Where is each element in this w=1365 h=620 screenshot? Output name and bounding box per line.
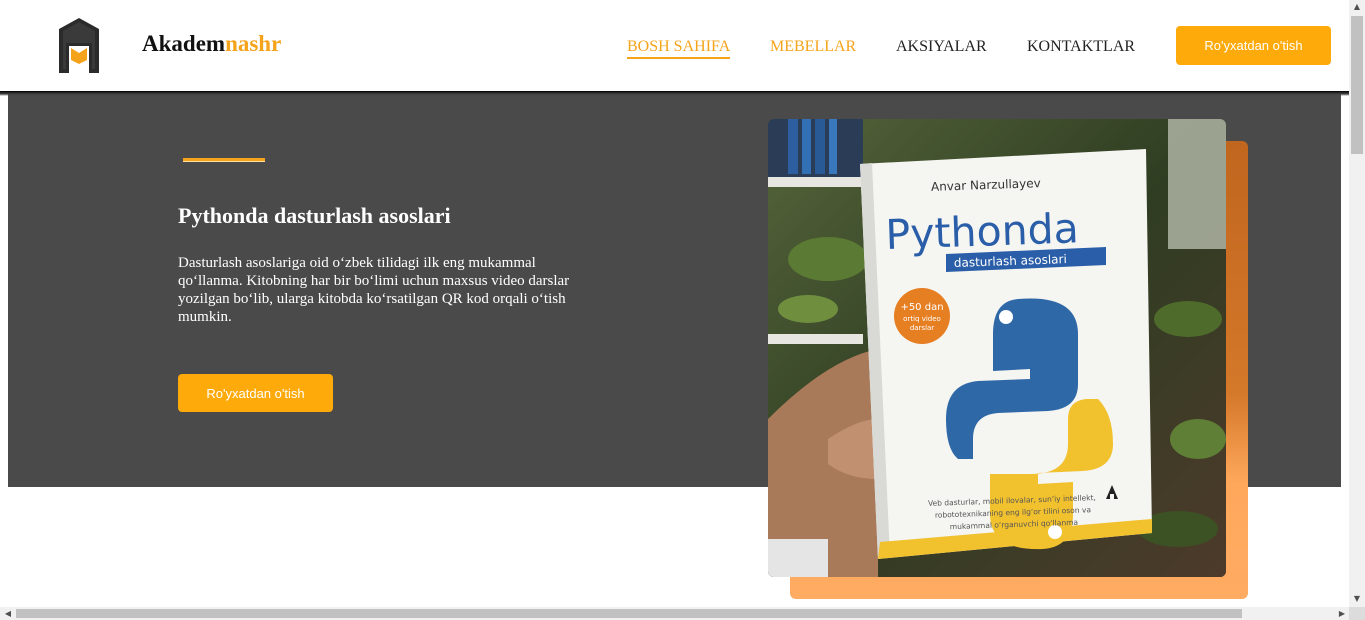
hero-register-button[interactable]: Ro'yxatdan o'tish [178,374,333,412]
nav-item-aksiyalar[interactable]: AKSIYALAR [896,38,987,56]
horizontal-scrollbar[interactable]: ◀ ▶ [0,607,1349,620]
book-photo-illustration: Anvar Narzullayev Pythonda dasturlash as… [768,119,1226,577]
scroll-up-icon[interactable]: ▲ [1349,0,1365,14]
nav-item-bosh-sahifa[interactable]: BOSH SAHIFA [627,38,731,59]
book-logo-icon[interactable] [59,18,99,73]
nav-item-mebellar[interactable]: MEBELLAR [770,38,856,56]
vertical-scroll-thumb[interactable] [1351,16,1363,154]
site-header: Akademnashr BOSH SAHIFA MEBELLAR AKSIYAL… [0,0,1349,91]
book-badge-line2: ortiq video [903,315,941,323]
hero-title: Pythonda dasturlash asoslari [178,203,451,228]
scroll-right-icon[interactable]: ▶ [1335,607,1349,620]
scroll-left-icon[interactable]: ◀ [1,607,15,620]
nav-item-kontaktlar[interactable]: KONTAKTLAR [1027,38,1135,56]
header-register-button[interactable]: Ro'yxatdan o'tish [1176,26,1331,65]
hero-description: Dasturlash asoslariga oid o‘zbek tilidag… [178,255,570,325]
book-photo: Anvar Narzullayev Pythonda dasturlash as… [768,119,1226,577]
book-badge-line3: darslar [910,324,934,332]
header-shadow [0,91,1349,96]
scrollbar-corner [1349,607,1365,620]
brand-name[interactable]: Akademnashr [142,31,281,57]
book-badge-line1: +50 dan [900,302,943,313]
brand-name-part1: Akadem [142,31,226,56]
scroll-down-icon[interactable]: ▼ [1349,592,1365,606]
horizontal-scroll-thumb[interactable] [16,609,1242,618]
hero-accent-line [183,158,265,162]
vertical-scrollbar[interactable]: ▲ ▼ [1349,0,1365,620]
brand-name-part2: nashr [225,31,282,56]
